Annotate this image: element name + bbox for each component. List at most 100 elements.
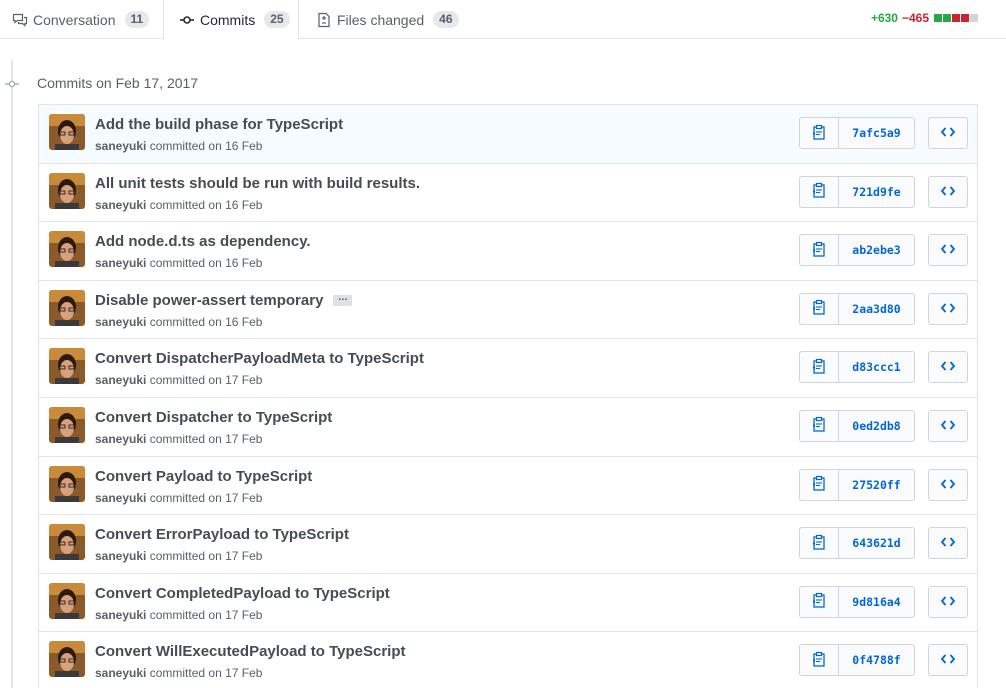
avatar[interactable] (49, 172, 85, 209)
commit-message-link[interactable]: Add the build phase for TypeScript (95, 116, 343, 133)
commit-author-link[interactable]: saneyuki (95, 315, 146, 329)
avatar[interactable] (49, 289, 85, 326)
code-icon (940, 418, 956, 434)
commit-meta: saneyuki committed on 17 Feb (95, 666, 262, 680)
clippy-icon (812, 124, 826, 143)
commit-date: committed on 17 Feb (149, 373, 263, 388)
commit-message-link[interactable]: Convert Dispatcher to TypeScript (95, 409, 332, 426)
commit-row: Convert DispatcherPayloadMeta to TypeScr… (39, 339, 977, 398)
expand-message-button[interactable]: … (333, 292, 353, 306)
commit-sha-link[interactable]: 0f4788f (839, 644, 915, 677)
commit-author-link[interactable]: saneyuki (95, 549, 146, 563)
code-icon (940, 301, 956, 317)
commit-author-link[interactable]: saneyuki (95, 198, 146, 212)
tab-files-changed[interactable]: Files changed 46 (316, 0, 459, 39)
browse-repo-button[interactable] (928, 175, 968, 208)
commit-row: Convert Payload to TypeScript saneyuki c… (39, 456, 977, 516)
avatar[interactable] (49, 114, 85, 150)
commit-message-link[interactable]: Convert ErrorPayload to TypeScript (95, 526, 349, 543)
commit-sha-link[interactable]: 721d9fe (839, 175, 915, 208)
tab-commits[interactable]: Commits 25 (163, 0, 299, 40)
commit-row: Disable power-assert temporary … saneyuk… (39, 280, 977, 340)
commit-sha-group: 0f4788f (799, 644, 915, 677)
timeline-line (11, 60, 13, 688)
commit-sha-group: ab2ebe3 (799, 234, 915, 267)
avatar[interactable] (49, 231, 85, 268)
copy-sha-button[interactable] (799, 234, 839, 267)
diffstat-deletions: −465 (901, 11, 929, 25)
commit-author-link[interactable]: saneyuki (95, 432, 146, 446)
commit-sha-group: 9d816a4 (799, 585, 915, 618)
avatar[interactable] (49, 406, 85, 443)
commit-message-link[interactable]: All unit tests should be run with build … (95, 175, 420, 192)
diffstat-blocks (933, 14, 978, 22)
commit-date: committed on 17 Feb (149, 431, 263, 446)
commit-message-link[interactable]: Add node.d.ts as dependency. (95, 233, 311, 250)
browse-repo-button[interactable] (928, 292, 968, 325)
avatar[interactable] (49, 524, 85, 561)
tab-commits-count: 25 (264, 11, 290, 28)
copy-sha-button[interactable] (799, 351, 839, 384)
commit-sha-link[interactable]: d83ccc1 (839, 351, 915, 384)
copy-sha-button[interactable] (799, 468, 839, 501)
commit-message-link[interactable]: Disable power-assert temporary (95, 292, 323, 309)
tab-conversation-label: Conversation (33, 11, 116, 28)
avatar[interactable] (49, 465, 85, 502)
commit-message-link[interactable]: Convert CompletedPayload to TypeScript (95, 585, 390, 602)
commit-sha-link[interactable]: 27520ff (839, 468, 915, 501)
commit-sha-link[interactable]: 2aa3d80 (839, 292, 915, 325)
commit-date: committed on 17 Feb (149, 607, 263, 622)
browse-repo-button[interactable] (928, 468, 968, 501)
commit-message-link[interactable]: Convert DispatcherPayloadMeta to TypeScr… (95, 350, 424, 367)
tab-files-changed-count: 46 (433, 11, 459, 28)
commit-date: committed on 16 Feb (149, 256, 263, 271)
diffstat-additions: +630 (870, 11, 898, 25)
tab-conversation[interactable]: Conversation 11 (12, 0, 150, 39)
code-icon (940, 242, 956, 258)
code-icon (940, 535, 956, 551)
diffstat-block (961, 14, 969, 22)
file-diff-icon (316, 12, 332, 28)
browse-repo-button[interactable] (928, 644, 968, 677)
commit-sha-group: d83ccc1 (799, 351, 915, 384)
commit-author-link[interactable]: saneyuki (95, 608, 146, 622)
copy-sha-button[interactable] (799, 409, 839, 442)
commit-author-link[interactable]: saneyuki (95, 373, 146, 387)
browse-repo-button[interactable] (928, 409, 968, 442)
commit-sha-link[interactable]: 643621d (839, 527, 915, 560)
comment-discussion-icon (12, 12, 28, 28)
copy-sha-button[interactable] (799, 644, 839, 677)
clippy-icon (812, 534, 826, 553)
browse-repo-button[interactable] (928, 351, 968, 384)
browse-repo-button[interactable] (928, 527, 968, 560)
commit-author-link[interactable]: saneyuki (95, 139, 146, 153)
commit-sha-link[interactable]: 0ed2db8 (839, 409, 915, 442)
copy-sha-button[interactable] (799, 527, 839, 560)
commit-row: Add node.d.ts as dependency. saneyuki co… (39, 222, 977, 281)
commit-message-link[interactable]: Convert WillExecutedPayload to TypeScrip… (95, 643, 406, 660)
commit-date: committed on 16 Feb (149, 139, 263, 153)
copy-sha-button[interactable] (799, 175, 839, 208)
copy-sha-button[interactable] (799, 117, 839, 149)
avatar[interactable] (49, 582, 85, 619)
copy-sha-button[interactable] (799, 292, 839, 325)
commit-message-link[interactable]: Convert Payload to TypeScript (95, 468, 312, 485)
tab-commits-label: Commits (200, 11, 256, 28)
pr-tabbar: Conversation 11 Commits 25 Files changed… (0, 0, 1006, 40)
avatar[interactable] (49, 348, 85, 385)
commit-sha-link[interactable]: 9d816a4 (839, 585, 915, 618)
clippy-icon (812, 241, 826, 260)
commit-sha-group: 643621d (799, 527, 915, 560)
commit-sha-link[interactable]: ab2ebe3 (839, 234, 915, 267)
copy-sha-button[interactable] (799, 585, 839, 618)
browse-repo-button[interactable] (928, 234, 968, 267)
commit-author-link[interactable]: saneyuki (95, 256, 146, 270)
commit-author-link[interactable]: saneyuki (95, 491, 146, 505)
commit-author-link[interactable]: saneyuki (95, 666, 146, 680)
browse-repo-button[interactable] (928, 117, 968, 149)
commit-meta: saneyuki committed on 16 Feb (95, 139, 262, 153)
commit-list: Add the build phase for TypeScript saney… (38, 104, 978, 688)
browse-repo-button[interactable] (928, 585, 968, 618)
avatar[interactable] (49, 641, 85, 678)
commit-sha-link[interactable]: 7afc5a9 (839, 117, 915, 149)
